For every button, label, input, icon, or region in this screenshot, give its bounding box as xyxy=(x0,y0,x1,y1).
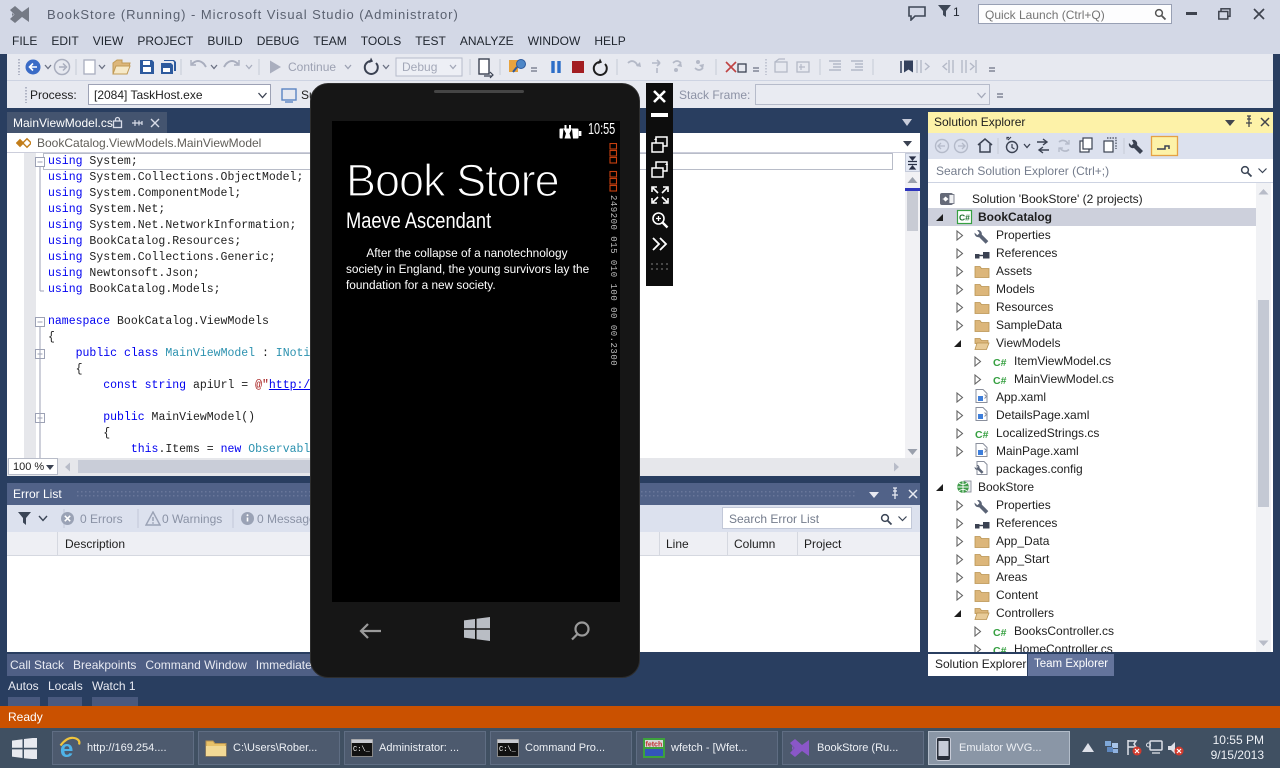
svg-text:HomeController.cs: HomeController.cs xyxy=(1014,642,1113,652)
svg-text:App_Data: App_Data xyxy=(996,534,1050,548)
svg-text:Assets: Assets xyxy=(996,264,1032,278)
svg-text:C:\_: C:\_ xyxy=(353,746,371,754)
svg-text:References: References xyxy=(996,246,1057,260)
svg-text:References: References xyxy=(996,516,1057,530)
svg-text:Content: Content xyxy=(996,588,1039,602)
svg-text:Debug: Debug xyxy=(402,60,437,74)
svg-text:LocalizedStrings.cs: LocalizedStrings.cs xyxy=(996,426,1099,440)
svg-text:Resources: Resources xyxy=(996,300,1053,314)
svg-text:Models: Models xyxy=(996,282,1035,296)
svg-text:Controllers: Controllers xyxy=(996,606,1054,620)
svg-text:Continue: Continue xyxy=(288,60,336,74)
svg-text:packages.config: packages.config xyxy=(996,462,1083,476)
svg-text:Solution 'BookStore' (2 projec: Solution 'BookStore' (2 projects) xyxy=(972,192,1143,206)
svg-text:Properties: Properties xyxy=(996,228,1051,242)
svg-text:ItemViewModel.cs: ItemViewModel.cs xyxy=(1014,354,1111,368)
svg-text:BooksController.cs: BooksController.cs xyxy=(1014,624,1114,638)
svg-text:Properties: Properties xyxy=(996,498,1051,512)
svg-text:MainPage.xaml: MainPage.xaml xyxy=(996,444,1079,458)
svg-text:App_Start: App_Start xyxy=(996,552,1050,566)
svg-text:C:\_: C:\_ xyxy=(499,746,517,754)
svg-text:DetailsPage.xaml: DetailsPage.xaml xyxy=(996,408,1089,422)
svg-text:SampleData: SampleData xyxy=(996,318,1062,332)
svg-text:App.xaml: App.xaml xyxy=(996,390,1046,404)
svg-text:ViewModels: ViewModels xyxy=(996,336,1060,350)
svg-text:MainViewModel.cs: MainViewModel.cs xyxy=(1014,372,1114,386)
svg-text:BookStore: BookStore xyxy=(978,480,1034,494)
svg-text:fetch: fetch xyxy=(646,742,663,749)
svg-text:Areas: Areas xyxy=(996,570,1027,584)
svg-text:BookCatalog: BookCatalog xyxy=(978,210,1052,224)
